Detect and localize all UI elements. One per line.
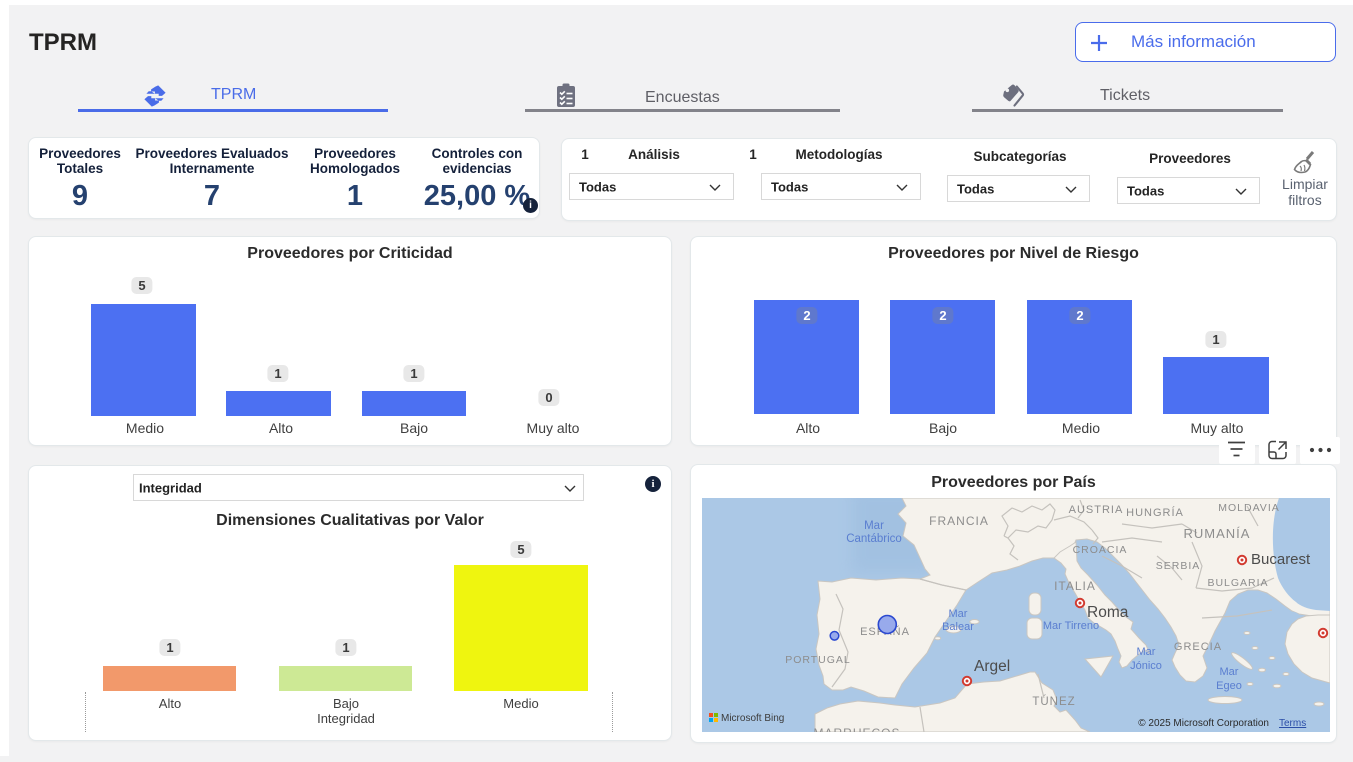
svg-text:Bucarest: Bucarest <box>1251 551 1311 568</box>
svg-text:Jónico: Jónico <box>1130 660 1162 672</box>
svg-text:Mar: Mar <box>864 520 884 532</box>
svg-text:MOLDAVIA: MOLDAVIA <box>1218 502 1279 514</box>
svg-text:TÚNEZ: TÚNEZ <box>1032 695 1075 708</box>
svg-text:Terms: Terms <box>1279 718 1306 729</box>
svg-text:Mar: Mar <box>949 608 968 620</box>
svg-text:Microsoft Bing: Microsoft Bing <box>721 713 784 724</box>
svg-text:AUSTRIA: AUSTRIA <box>1069 504 1124 516</box>
svg-text:MARRUECOS: MARRUECOS <box>813 726 900 732</box>
svg-text:Mar Tirreno: Mar Tirreno <box>1043 620 1099 632</box>
svg-text:Mar: Mar <box>1137 646 1156 658</box>
svg-text:Egeo: Egeo <box>1216 680 1242 692</box>
svg-text:Balear: Balear <box>942 621 974 633</box>
svg-text:RUMANÍA: RUMANÍA <box>1184 526 1251 541</box>
svg-text:FRANCIA: FRANCIA <box>929 514 989 528</box>
svg-text:© 2025 Microsoft Corporation: © 2025 Microsoft Corporation <box>1138 718 1269 729</box>
svg-text:CROACIA: CROACIA <box>1073 544 1128 556</box>
svg-text:Mar: Mar <box>1220 666 1239 678</box>
svg-text:Argel: Argel <box>974 658 1010 675</box>
svg-text:BULGARIA: BULGARIA <box>1207 577 1268 589</box>
svg-text:HUNGRÍA: HUNGRÍA <box>1126 506 1184 519</box>
svg-text:PORTUGAL: PORTUGAL <box>785 654 851 666</box>
svg-text:ITALIA: ITALIA <box>1054 579 1096 593</box>
svg-text:SERBIA: SERBIA <box>1156 560 1201 572</box>
svg-text:Roma: Roma <box>1087 604 1129 621</box>
svg-text:Cantábrico: Cantábrico <box>846 533 902 545</box>
svg-text:GRECIA: GRECIA <box>1174 641 1222 653</box>
